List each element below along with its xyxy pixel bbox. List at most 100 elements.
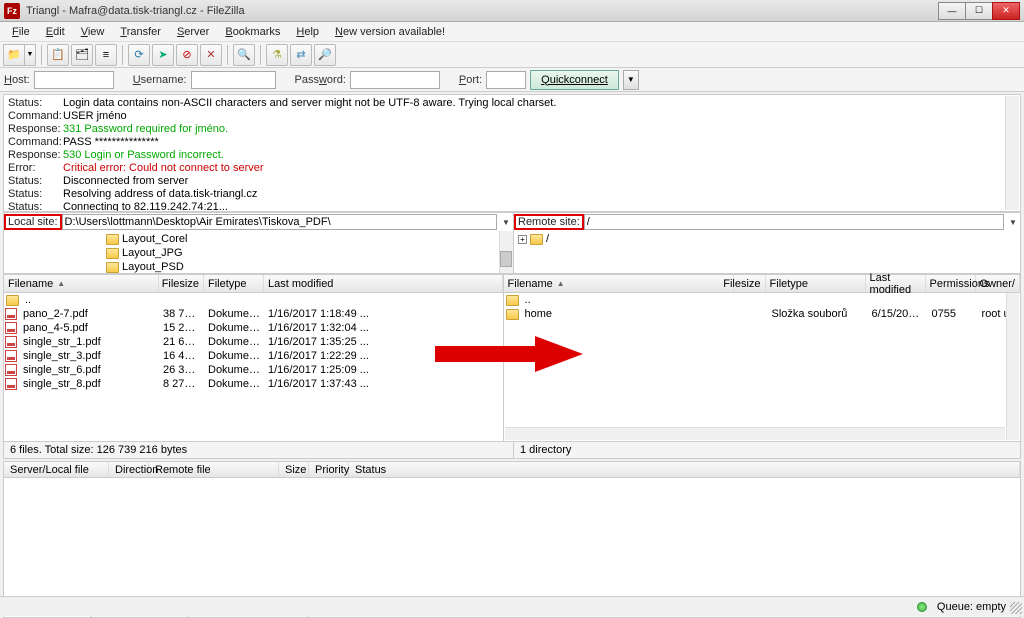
resize-grip-icon[interactable] xyxy=(1010,602,1022,614)
local-tree[interactable]: Layout_Corel Layout_JPG Layout_PSD Tisko… xyxy=(4,231,513,273)
queue-header: Server/Local file Direction Remote file … xyxy=(3,461,1021,478)
log-label: Status: xyxy=(8,201,63,212)
menu-transfer[interactable]: Transfer xyxy=(112,24,169,40)
col-remote-file[interactable]: Remote file xyxy=(149,462,279,477)
remote-path-dropdown[interactable]: ▼ xyxy=(1006,218,1020,227)
toggle-log-button[interactable]: 📋 xyxy=(47,44,69,66)
quickconnect-button[interactable]: Quickconnect xyxy=(530,70,619,90)
list-item[interactable]: .. xyxy=(21,294,161,306)
quickconnect-history-dropdown[interactable]: ▼ xyxy=(623,70,639,90)
col-filename[interactable]: Filename▲ xyxy=(4,275,159,292)
file-type: Dokument Ad... xyxy=(204,308,264,320)
disconnect-button[interactable]: ✕ xyxy=(200,44,222,66)
remote-site-path[interactable] xyxy=(584,214,1004,230)
file-name[interactable]: single_str_8.pdf xyxy=(19,378,159,390)
remote-tree[interactable]: +/ xyxy=(514,231,1020,273)
process-queue-button[interactable]: ➤ xyxy=(152,44,174,66)
folder-perm: 0755 xyxy=(928,308,978,320)
folder-icon xyxy=(106,262,119,273)
password-input[interactable] xyxy=(350,71,440,89)
local-file-list[interactable]: Filename▲ Filesize Filetype Last modifie… xyxy=(3,274,503,442)
remote-file-list[interactable]: Filename▲ Filesize Filetype Last modifie… xyxy=(503,274,1021,442)
log-label: Response: xyxy=(8,149,63,162)
file-size: 8 271 922 xyxy=(159,378,204,390)
local-path-dropdown[interactable]: ▼ xyxy=(499,218,513,227)
file-name[interactable]: single_str_3.pdf xyxy=(19,350,159,362)
col-direction[interactable]: Direction xyxy=(109,462,149,477)
file-name[interactable]: pano_4-5.pdf xyxy=(19,322,159,334)
quickconnect-bar: Host: Username: Password: Port: Quickcon… xyxy=(0,68,1024,92)
file-name[interactable]: single_str_6.pdf xyxy=(19,364,159,376)
toggle-queue-button[interactable]: ≡ xyxy=(95,44,117,66)
username-input[interactable] xyxy=(191,71,276,89)
folder-name[interactable]: home xyxy=(521,308,736,320)
host-input[interactable] xyxy=(34,71,114,89)
remote-site-label: Remote site: xyxy=(514,214,584,230)
file-name[interactable]: single_str_1.pdf xyxy=(19,336,159,348)
col-priority[interactable]: Priority xyxy=(309,462,349,477)
scrollbar-thumb[interactable] xyxy=(500,251,512,267)
menu-view[interactable]: View xyxy=(73,24,113,40)
folder-icon xyxy=(106,248,119,259)
col-filesize[interactable]: Filesize xyxy=(734,275,766,292)
folder-icon xyxy=(506,309,519,320)
toolbar: 📁 ▼ 📋 🗂 ≡ ⟳ ➤ ⊘ ✕ 🔍 ⚗ ⇄ 🔎 xyxy=(0,42,1024,68)
queue-body[interactable] xyxy=(3,478,1021,598)
toggle-tree-button[interactable]: 🗂 xyxy=(71,44,93,66)
col-filetype[interactable]: Filetype xyxy=(766,275,866,292)
site-manager-dropdown[interactable]: ▼ xyxy=(24,44,36,66)
menu-edit[interactable]: Edit xyxy=(38,24,73,40)
log-message: Critical error: Could not connect to ser… xyxy=(63,162,264,175)
local-site-path[interactable] xyxy=(62,214,497,230)
port-input[interactable] xyxy=(486,71,526,89)
tree-expand-icon[interactable]: + xyxy=(518,235,527,244)
filter-button[interactable]: ⚗ xyxy=(266,44,288,66)
scrollbar[interactable] xyxy=(1005,96,1019,210)
col-filename[interactable]: Filename▲ xyxy=(504,275,734,292)
scrollbar-horizontal[interactable] xyxy=(505,427,1005,440)
menu-help[interactable]: Help xyxy=(288,24,327,40)
menu-file[interactable]: File xyxy=(4,24,38,40)
sort-asc-icon: ▲ xyxy=(57,279,65,288)
col-status[interactable]: Status xyxy=(349,462,1020,477)
folder-modified: 6/15/2017 7:31:... xyxy=(868,308,928,320)
file-type: Dokument Ad... xyxy=(204,336,264,348)
scrollbar-vertical[interactable] xyxy=(1006,293,1019,440)
tree-item[interactable]: Layout_PSD xyxy=(122,261,184,273)
reconnect-button[interactable]: 🔍 xyxy=(233,44,255,66)
refresh-button[interactable]: ⟳ xyxy=(128,44,150,66)
log-message: Connecting to 82.119.242.74:21... xyxy=(63,201,228,212)
pdf-icon xyxy=(5,378,17,390)
file-name[interactable]: pano_2-7.pdf xyxy=(19,308,159,320)
log-label: Error: xyxy=(8,162,63,175)
tree-item[interactable]: Layout_JPG xyxy=(122,247,183,259)
compare-button[interactable]: ⇄ xyxy=(290,44,312,66)
log-message: Resolving address of data.tisk-triangl.c… xyxy=(63,188,257,201)
minimize-button[interactable]: — xyxy=(938,2,966,20)
menu-bookmarks[interactable]: Bookmarks xyxy=(217,24,288,40)
file-size: 15 248 365 xyxy=(159,322,204,334)
cancel-button[interactable]: ⊘ xyxy=(176,44,198,66)
search-button[interactable]: 🔎 xyxy=(314,44,336,66)
menu-server[interactable]: Server xyxy=(169,24,217,40)
maximize-button[interactable]: ☐ xyxy=(965,2,993,20)
col-filesize[interactable]: Filesize xyxy=(159,275,204,292)
col-modified[interactable]: Last modified xyxy=(264,275,503,292)
queue-status-icon xyxy=(917,602,927,612)
message-log[interactable]: Status:Login data contains non-ASCII cha… xyxy=(3,94,1021,212)
tree-root[interactable]: / xyxy=(546,233,549,245)
col-permissions[interactable]: Permissions xyxy=(926,275,976,292)
site-manager-button[interactable]: 📁 xyxy=(3,44,25,66)
close-button[interactable]: ✕ xyxy=(992,2,1020,20)
file-type: Dokument Ad... xyxy=(204,350,264,362)
list-item[interactable]: .. xyxy=(521,294,736,306)
tree-item[interactable]: Layout_Corel xyxy=(122,233,187,245)
col-filetype[interactable]: Filetype xyxy=(204,275,264,292)
log-message: Disconnected from server xyxy=(63,175,188,188)
col-modified[interactable]: Last modified xyxy=(866,275,926,292)
col-owner[interactable]: Owner/ xyxy=(976,275,1020,292)
file-size: 16 497 909 xyxy=(159,350,204,362)
menu-new-version[interactable]: New version available! xyxy=(327,24,453,40)
col-size[interactable]: Size xyxy=(279,462,309,477)
col-server-local[interactable]: Server/Local file xyxy=(4,462,109,477)
